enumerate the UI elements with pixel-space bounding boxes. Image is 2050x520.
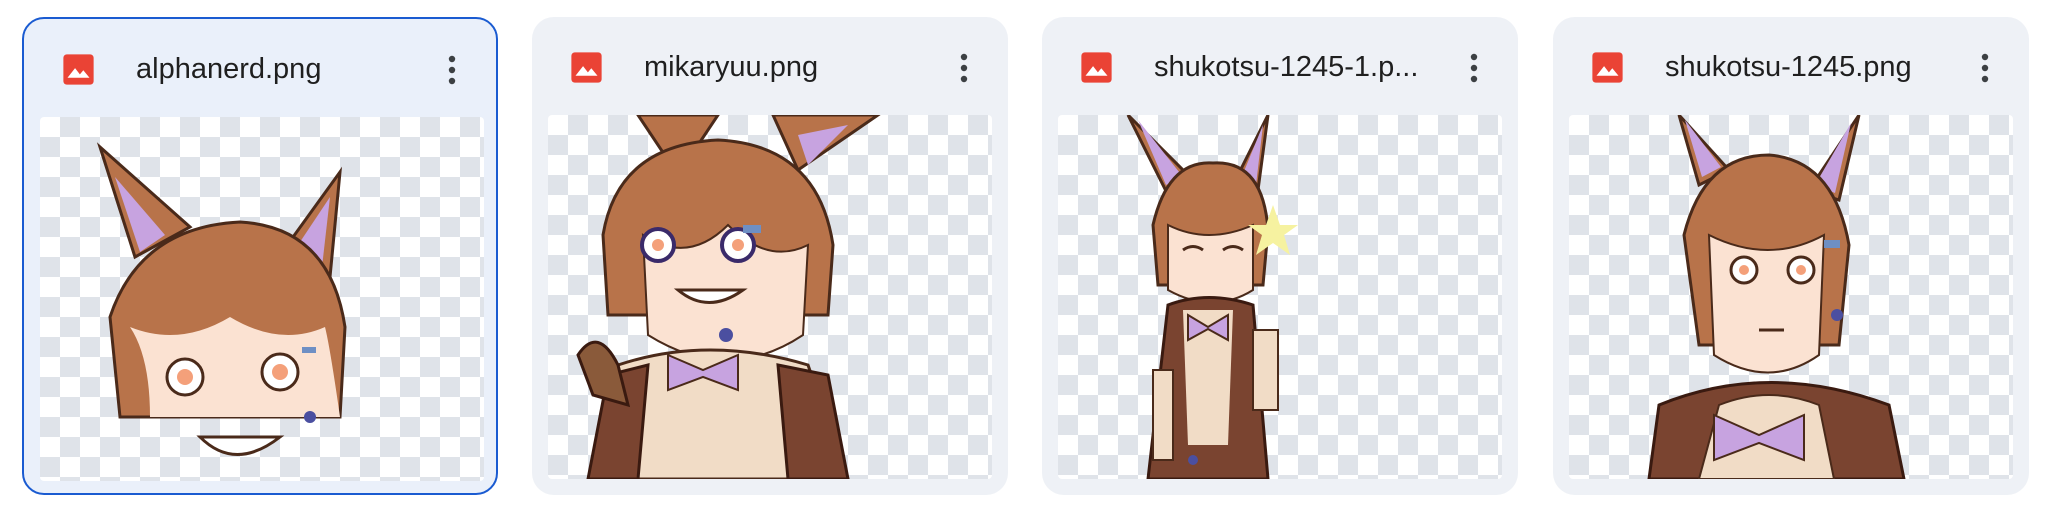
file-card[interactable]: shukotsu-1245-1.p... [1042, 17, 1518, 495]
file-card-header: alphanerd.png [24, 19, 496, 117]
file-name: alphanerd.png [136, 53, 322, 85]
file-name: shukotsu-1245.png [1665, 51, 1912, 83]
more-options-button[interactable] [430, 47, 474, 91]
more-options-button[interactable] [1963, 45, 2007, 89]
file-grid: alphanerd.png mikaryuu.png shukotsu-1245… [0, 0, 2050, 520]
image-file-icon [571, 52, 602, 83]
file-card-header: mikaryuu.png [532, 17, 1008, 115]
image-thumbnail[interactable] [1058, 115, 1502, 479]
more-options-button[interactable] [942, 45, 986, 89]
file-name: shukotsu-1245-1.p... [1154, 51, 1419, 83]
file-name: mikaryuu.png [644, 51, 819, 83]
more-vert-icon [1981, 53, 1989, 83]
more-vert-icon [448, 55, 456, 85]
image-thumbnail[interactable] [1569, 115, 2013, 479]
character-portrait [1647, 115, 1906, 479]
image-thumbnail[interactable] [548, 115, 992, 479]
file-card-header: shukotsu-1245-1.p... [1042, 17, 1518, 115]
image-file-icon [63, 54, 94, 85]
image-thumbnail[interactable] [40, 117, 484, 481]
file-card[interactable]: mikaryuu.png [532, 17, 1008, 495]
more-vert-icon [1470, 53, 1478, 83]
image-file-icon [1081, 52, 1112, 83]
character-portrait [1126, 115, 1298, 479]
more-options-button[interactable] [1452, 45, 1496, 89]
character-portrait [96, 142, 347, 456]
file-card[interactable]: shukotsu-1245.png [1553, 17, 2029, 495]
file-card[interactable]: alphanerd.png [22, 17, 498, 495]
character-portrait [576, 115, 881, 479]
file-card-header: shukotsu-1245.png [1553, 17, 2029, 115]
more-vert-icon [960, 53, 968, 83]
image-file-icon [1592, 52, 1623, 83]
